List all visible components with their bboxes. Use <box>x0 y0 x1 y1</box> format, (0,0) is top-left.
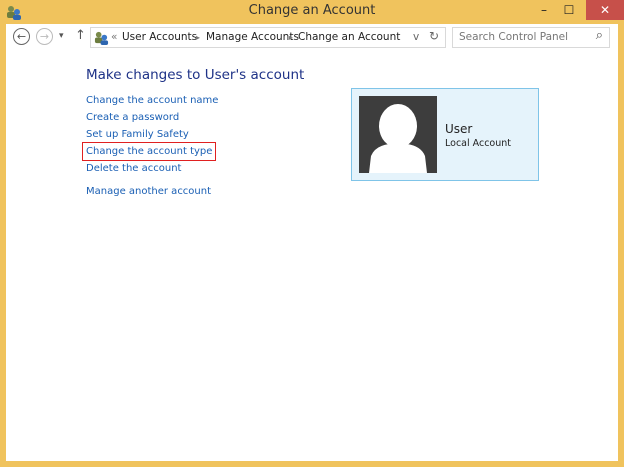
address-bar[interactable]: « User Accounts ▸ Manage Accounts ▸ Chan… <box>90 27 446 48</box>
address-dropdown-icon[interactable]: v <box>413 31 419 43</box>
maximize-button[interactable]: ☐ <box>556 0 582 20</box>
change-account-name-link[interactable]: Change the account name <box>86 95 218 106</box>
refresh-icon[interactable]: ↻ <box>429 29 439 43</box>
up-button[interactable]: ↑ <box>75 28 86 43</box>
search-input[interactable]: Search Control Panel ⌕ <box>452 27 610 48</box>
minimize-button[interactable]: – <box>532 0 556 20</box>
close-button[interactable]: ✕ <box>586 0 624 20</box>
recent-locations-dropdown[interactable]: ▾ <box>59 31 64 41</box>
title-bar: Change an Account – ☐ ✕ <box>0 0 624 24</box>
manage-another-account-link[interactable]: Manage another account <box>86 186 211 197</box>
chevron-right-icon[interactable]: ▸ <box>196 33 200 42</box>
content-area: ← → ▾ ↑ « User Accounts ▸ Manage Account… <box>6 24 618 461</box>
account-type: Local Account <box>445 138 511 149</box>
user-accounts-icon <box>94 31 109 45</box>
breadcrumb-user-accounts[interactable]: User Accounts <box>122 31 197 43</box>
breadcrumb-manage-accounts[interactable]: Manage Accounts <box>206 31 299 43</box>
navigation-bar: ← → ▾ ↑ « User Accounts ▸ Manage Account… <box>6 24 618 50</box>
page-title: Make changes to User's account <box>86 67 305 83</box>
forward-button[interactable]: → <box>36 28 53 45</box>
create-password-link[interactable]: Create a password <box>86 112 179 123</box>
window-title: Change an Account <box>248 3 376 18</box>
family-safety-link[interactable]: Set up Family Safety <box>86 129 189 140</box>
user-silhouette-icon <box>369 104 427 173</box>
breadcrumb-overflow[interactable]: « <box>111 31 117 43</box>
back-button[interactable]: ← <box>13 28 30 45</box>
change-account-type-link[interactable]: Change the account type <box>81 142 217 161</box>
breadcrumb-change-an-account[interactable]: Change an Account <box>298 31 400 43</box>
chevron-right-icon[interactable]: ▸ <box>289 33 293 42</box>
account-name: User <box>445 122 473 136</box>
account-card: User Local Account <box>351 88 539 181</box>
avatar <box>359 96 437 173</box>
delete-account-link[interactable]: Delete the account <box>86 163 181 174</box>
search-placeholder: Search Control Panel <box>459 31 569 43</box>
search-icon[interactable]: ⌕ <box>596 28 603 43</box>
